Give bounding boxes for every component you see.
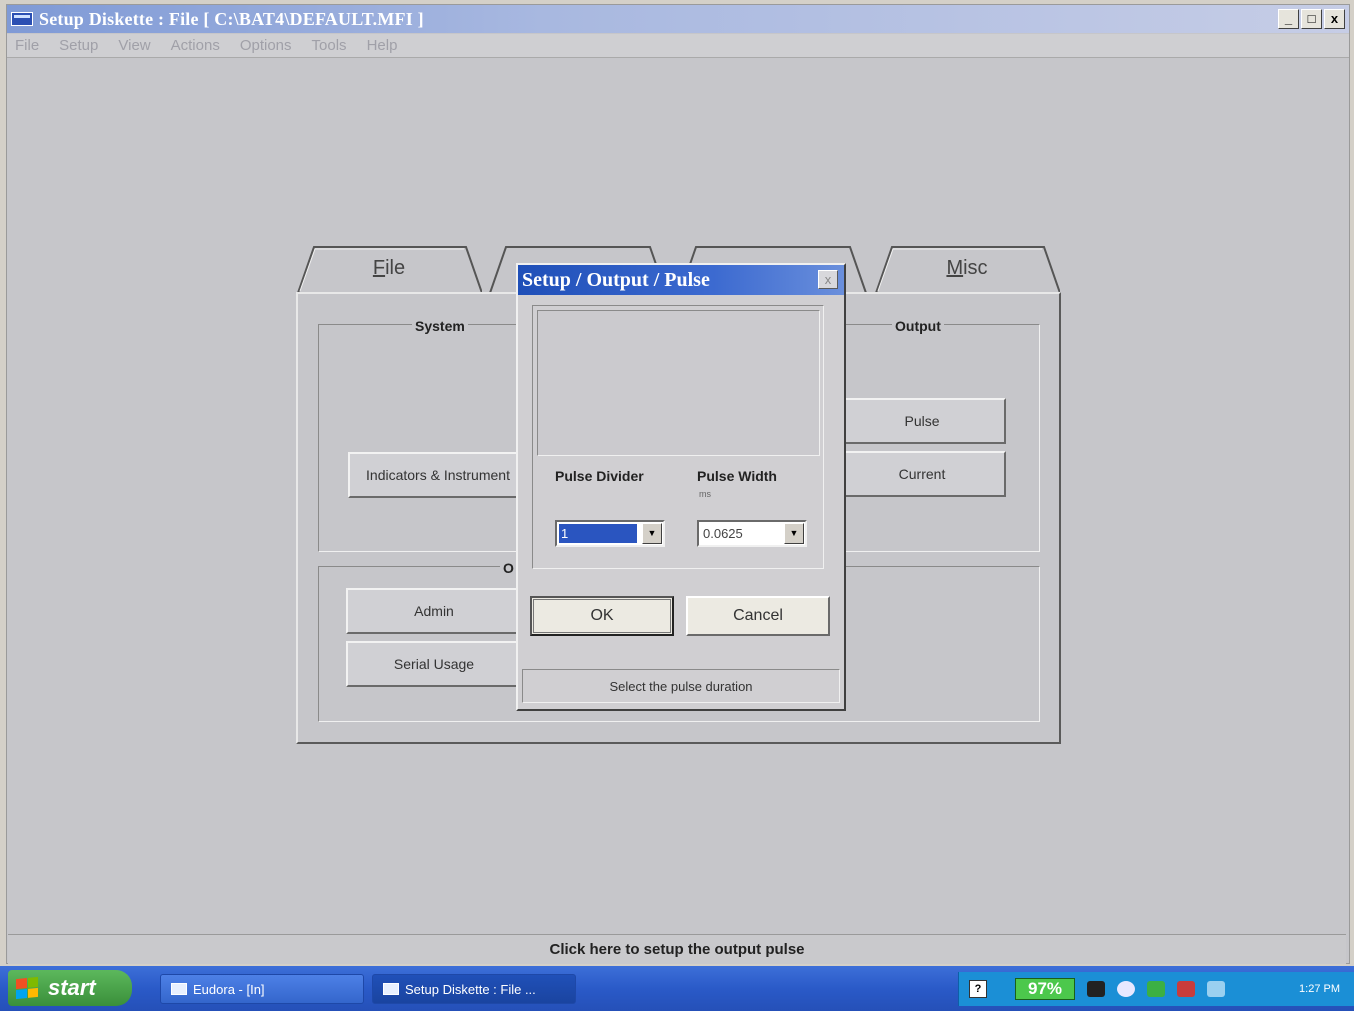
dialog-title-bar[interactable]: Setup / Output / Pulse x bbox=[518, 265, 844, 295]
dialog-blank-area bbox=[537, 310, 820, 456]
dialog-close-button[interactable]: x bbox=[818, 270, 838, 289]
pulse-divider-label: Pulse Divider bbox=[555, 468, 644, 484]
network-icon[interactable] bbox=[1087, 981, 1105, 997]
title-bar[interactable]: Setup Diskette : File [ C:\BAT4\DEFAULT.… bbox=[7, 5, 1349, 33]
help-tray-icon[interactable]: ? bbox=[969, 980, 987, 998]
start-button[interactable]: start bbox=[8, 970, 132, 1006]
admin-button[interactable]: Admin bbox=[346, 588, 522, 634]
window-title: Setup Diskette : File [ C:\BAT4\DEFAULT.… bbox=[39, 8, 424, 29]
pulse-width-unit: ms bbox=[699, 489, 711, 499]
pulse-width-label: Pulse Width bbox=[697, 468, 777, 484]
serial-usage-button[interactable]: Serial Usage bbox=[346, 641, 522, 687]
media-icon[interactable] bbox=[1177, 981, 1195, 997]
system-group-title: System bbox=[412, 318, 468, 334]
menu-tools[interactable]: Tools bbox=[312, 37, 347, 54]
output-group-title: Output bbox=[892, 318, 944, 334]
dropdown-arrow-icon[interactable]: ▼ bbox=[642, 523, 662, 544]
eudora-icon bbox=[171, 983, 187, 995]
ok-button[interactable]: OK bbox=[530, 596, 674, 636]
pulse-divider-value: 1 bbox=[559, 524, 637, 543]
pulse-button[interactable]: Pulse bbox=[838, 398, 1006, 444]
tab-file-label: File bbox=[372, 257, 406, 279]
antivirus-icon[interactable] bbox=[1147, 981, 1165, 997]
start-label: start bbox=[48, 975, 96, 1000]
tab-file[interactable]: File bbox=[296, 243, 482, 293]
dialog-status-text: Select the pulse duration bbox=[522, 669, 840, 703]
tab-misc[interactable]: Misc bbox=[874, 243, 1060, 293]
status-bar-text: Click here to setup the output pulse bbox=[549, 941, 805, 958]
windows-logo-icon bbox=[16, 976, 38, 1000]
menu-actions[interactable]: Actions bbox=[171, 37, 220, 54]
other-group-title: O bbox=[500, 560, 517, 576]
pulse-divider-select[interactable]: 1 ▼ bbox=[555, 520, 665, 547]
status-bar[interactable]: Click here to setup the output pulse bbox=[8, 934, 1346, 964]
dialog-settings-group: Pulse Divider Pulse Width ms 1 ▼ 0.0625 … bbox=[532, 305, 824, 569]
pulse-width-value: 0.0625 bbox=[703, 526, 743, 541]
clock[interactable]: 1:27 PM bbox=[1299, 983, 1340, 995]
indicators-instrument-button[interactable]: Indicators & Instrument bbox=[348, 452, 528, 498]
menu-bar: File Setup View Actions Options Tools He… bbox=[7, 34, 1349, 58]
pulse-dialog: Setup / Output / Pulse x Pulse Divider P… bbox=[516, 263, 846, 711]
dialog-title: Setup / Output / Pulse bbox=[522, 268, 710, 291]
taskbar-item-eudora[interactable]: Eudora - [In] bbox=[160, 974, 364, 1004]
close-button[interactable]: x bbox=[1324, 9, 1345, 29]
battery-indicator[interactable]: 97% bbox=[1015, 978, 1075, 1000]
pulse-width-select[interactable]: 0.0625 ▼ bbox=[697, 520, 807, 547]
menu-setup[interactable]: Setup bbox=[59, 37, 98, 54]
system-tray: ? 97% 1:27 PM bbox=[958, 972, 1354, 1006]
taskbar-item-setup-diskette[interactable]: Setup Diskette : File ... bbox=[372, 974, 576, 1004]
tab-misc-label: Misc bbox=[946, 257, 988, 279]
menu-view[interactable]: View bbox=[118, 37, 150, 54]
dropdown-arrow-icon[interactable]: ▼ bbox=[784, 523, 804, 544]
window-controls: _ □ x bbox=[1278, 9, 1345, 29]
taskbar-item-label: Setup Diskette : File ... bbox=[405, 981, 536, 997]
search-tray-icon[interactable] bbox=[1117, 981, 1135, 997]
taskbar-item-label: Eudora - [In] bbox=[193, 981, 265, 997]
current-button[interactable]: Current bbox=[838, 451, 1006, 497]
minimize-button[interactable]: _ bbox=[1278, 9, 1299, 29]
menu-options[interactable]: Options bbox=[240, 37, 292, 54]
taskbar: start Eudora - [In] Setup Diskette : Fil… bbox=[0, 966, 1354, 1011]
menu-help[interactable]: Help bbox=[367, 37, 398, 54]
menu-file[interactable]: File bbox=[15, 37, 39, 54]
app-icon[interactable] bbox=[11, 12, 33, 26]
maximize-button[interactable]: □ bbox=[1301, 9, 1322, 29]
volume-icon[interactable] bbox=[1207, 981, 1225, 997]
setup-diskette-icon bbox=[383, 983, 399, 995]
cancel-button[interactable]: Cancel bbox=[686, 596, 830, 636]
